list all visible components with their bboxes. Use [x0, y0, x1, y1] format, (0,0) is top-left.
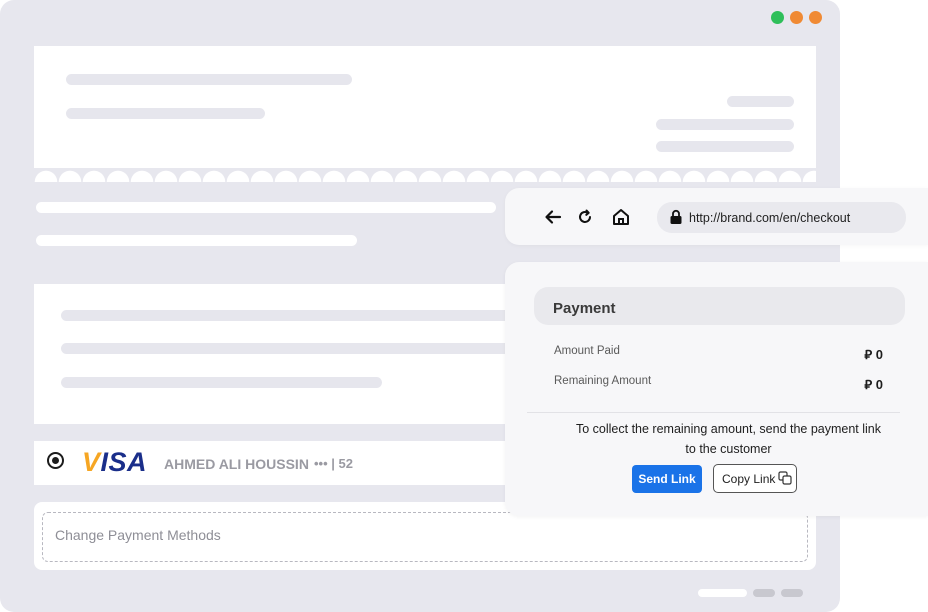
- skeleton-line: [656, 141, 794, 152]
- payment-header: Payment: [534, 287, 905, 325]
- skeleton-line: [656, 119, 794, 130]
- copy-icon: [778, 471, 792, 485]
- url-text: http://brand.com/en/checkout: [689, 211, 851, 225]
- address-bar[interactable]: http://brand.com/en/checkout: [657, 202, 906, 233]
- pager-dot[interactable]: [781, 589, 803, 597]
- skeleton-line: [727, 96, 794, 107]
- receipt-scalloped-edge: [34, 168, 816, 182]
- skeleton-line: [36, 202, 496, 213]
- arrow-left-icon[interactable]: [543, 207, 563, 227]
- window-control-green-icon[interactable]: [771, 11, 784, 24]
- remaining-amount-value: ⃁ 0: [864, 377, 883, 392]
- divider: [527, 412, 900, 413]
- pager-dot-active[interactable]: [698, 589, 747, 597]
- skeleton-line: [36, 235, 357, 246]
- currency-icon: ⃁: [864, 347, 873, 362]
- browser-toolbar: http://brand.com/en/checkout: [505, 188, 928, 245]
- home-icon[interactable]: [611, 207, 631, 227]
- pager-dot[interactable]: [753, 589, 775, 597]
- card-masked-number: ••• | 52: [314, 456, 353, 471]
- change-payment-label: Change Payment Methods: [55, 527, 221, 543]
- remaining-amount-label: Remaining Amount: [554, 375, 652, 387]
- skeleton-line: [66, 74, 352, 85]
- card-holder-name: AHMED ALI HOUSSIN: [164, 456, 309, 472]
- visa-logo: VISA: [82, 447, 148, 477]
- receipt-paper: [34, 46, 816, 168]
- skeleton-line: [61, 343, 521, 354]
- copy-link-label: Copy Link: [722, 471, 776, 486]
- skeleton-line: [66, 108, 265, 119]
- skeleton-line: [61, 310, 521, 321]
- lock-icon: [670, 209, 682, 224]
- window-control-orange-icon-2[interactable]: [809, 11, 822, 24]
- payment-title: Payment: [553, 300, 616, 317]
- currency-icon: ⃁: [864, 377, 873, 392]
- amount-paid-value: ⃁ 0: [864, 347, 883, 362]
- window-control-orange-icon[interactable]: [790, 11, 803, 24]
- copy-link-button[interactable]: Copy Link: [713, 464, 797, 493]
- payment-panel: Payment Amount Paid ⃁ 0 Remaining Amount…: [505, 262, 928, 516]
- card-radio-selected[interactable]: [47, 452, 64, 469]
- send-link-button[interactable]: Send Link: [632, 465, 702, 493]
- skeleton-line: [61, 377, 382, 388]
- amount-paid-label: Amount Paid: [554, 345, 620, 357]
- collect-message: To collect the remaining amount, send th…: [575, 422, 882, 456]
- reload-icon[interactable]: [575, 207, 595, 227]
